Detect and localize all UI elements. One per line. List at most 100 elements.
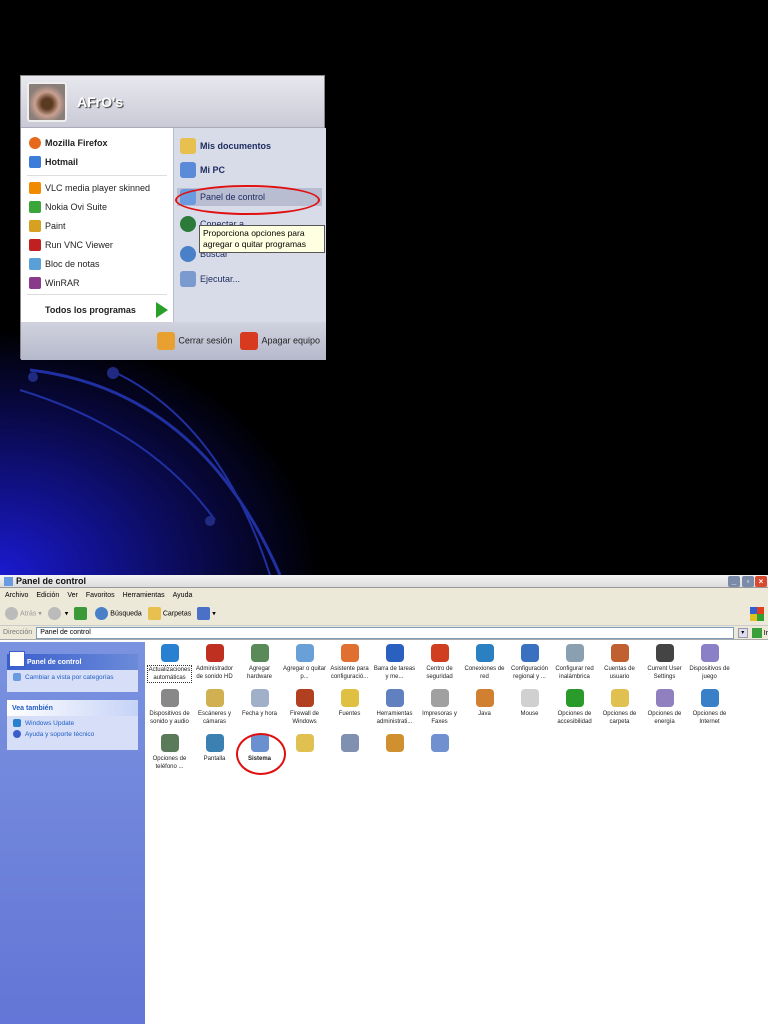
menu-item-my-pc[interactable]: Mi PC	[180, 162, 225, 178]
applet-icon	[475, 644, 494, 662]
back-button[interactable]: Atrás ▾	[5, 607, 42, 620]
control-panel-item[interactable]: Opciones de carpeta	[597, 689, 642, 726]
control-panel-item[interactable]: Current User Settings	[642, 644, 687, 681]
go-arrow-icon	[751, 627, 762, 638]
applet-icon	[160, 734, 179, 752]
control-panel-item[interactable]: Dispositivos de sonido y audio	[147, 689, 192, 726]
menu-2[interactable]: Ver	[67, 592, 78, 599]
arrow-right-icon	[155, 302, 168, 318]
control-panel-item[interactable]: Conexiones de red	[462, 644, 507, 681]
applet-label: Opciones de teléfono ...	[152, 756, 187, 770]
section-header[interactable]: Panel de control	[7, 651, 138, 670]
winrar-icon	[29, 277, 41, 289]
control-panel-icon	[4, 576, 13, 586]
applet-icon	[205, 689, 224, 707]
minimize-button[interactable]: _	[728, 576, 740, 587]
control-panel-item[interactable]: Configurar red inalámbrica	[552, 644, 597, 681]
menu-item-winrar[interactable]: WinRAR	[29, 277, 80, 289]
menu-item-nokia[interactable]: Nokia Ovi Suite	[29, 201, 107, 213]
label: Ir	[763, 629, 768, 637]
all-programs-button[interactable]: Todos los programas	[45, 302, 168, 318]
control-panel-item[interactable]	[372, 734, 417, 755]
address-input[interactable]: Panel de control	[36, 626, 734, 639]
section-header[interactable]: Vea también	[7, 700, 138, 716]
control-panel-item[interactable]: Asistente para configuració...	[327, 644, 372, 681]
views-button[interactable]: ▾	[197, 607, 216, 620]
section-title: Panel de control	[27, 658, 82, 666]
menu-item-vlc[interactable]: VLC media player skinned	[29, 182, 150, 194]
applet-icon	[700, 644, 719, 662]
label: VLC media player skinned	[45, 183, 151, 193]
up-button[interactable]	[74, 607, 89, 620]
control-panel-item[interactable]: Impresoras y Faxes	[417, 689, 462, 726]
menu-item-notepad[interactable]: Bloc de notas	[29, 258, 100, 270]
applet-label: Asistente para configuració...	[330, 666, 369, 680]
control-panel-item[interactable]: Barra de tareas y me...	[372, 644, 417, 681]
tooltip-line: agregar o quitar programas	[203, 239, 307, 249]
logoff-button[interactable]: Cerrar sesión	[157, 332, 232, 350]
control-panel-item[interactable]: Cuentas de usuario	[597, 644, 642, 681]
address-dropdown[interactable]: ▾	[737, 627, 748, 638]
applet-icon	[205, 644, 224, 662]
control-panel-item[interactable]: Fecha y hora	[237, 689, 282, 718]
switch-category-view-link[interactable]: Cambiar a vista por categorías	[7, 670, 138, 684]
control-panel-item[interactable]: Configuración regional y ...	[507, 644, 552, 681]
label: Búsqueda	[110, 610, 142, 618]
menu-item-vnc[interactable]: Run VNC Viewer	[29, 239, 113, 251]
folders-button[interactable]: Carpetas	[147, 607, 191, 620]
firefox-icon	[29, 137, 41, 149]
menu-0[interactable]: Archivo	[5, 592, 28, 599]
control-panel-item[interactable]	[282, 734, 327, 755]
control-panel-item[interactable]	[417, 734, 462, 755]
menu-item-run[interactable]: Ejecutar...	[180, 271, 240, 287]
maximize-button[interactable]: ▫	[742, 576, 754, 587]
control-panel-item[interactable]: Pantalla	[192, 734, 237, 763]
help-support-link[interactable]: Ayuda y soporte técnico	[7, 727, 138, 741]
hotmail-icon	[29, 156, 41, 168]
control-panel-item[interactable]: Opciones de energía	[642, 689, 687, 726]
control-panel-item[interactable]: Herramientas administrati...	[372, 689, 417, 726]
forward-button[interactable]: ▾	[47, 607, 68, 620]
applet-icon	[520, 689, 539, 707]
applet-icon	[295, 644, 314, 662]
menu-item-paint[interactable]: Paint	[29, 220, 66, 232]
go-button[interactable]: Ir	[751, 627, 768, 638]
menu-5[interactable]: Ayuda	[173, 592, 193, 599]
control-panel-item[interactable]: Actualizaciones automáticas	[147, 644, 192, 683]
search-button[interactable]: Búsqueda	[95, 607, 142, 620]
control-panel-item[interactable]: Opciones de Internet	[687, 689, 732, 726]
control-panel-item[interactable]: Agregar o quitar p...	[282, 644, 327, 681]
label: Cerrar sesión	[178, 335, 233, 346]
shutdown-button[interactable]: Apagar equipo	[240, 332, 320, 350]
control-panel-item[interactable]: Escáneres y cámaras	[192, 689, 237, 726]
control-panel-item[interactable]: Administrador de sonido HD	[192, 644, 237, 681]
close-button[interactable]: ×	[755, 576, 767, 587]
control-panel-item[interactable]: Agregar hardware	[237, 644, 282, 681]
windows-update-link[interactable]: Windows Update	[7, 716, 138, 727]
applet-icon	[250, 689, 269, 707]
divider	[27, 175, 167, 176]
control-panel-item[interactable]: Opciones de accesibilidad	[552, 689, 597, 726]
label: Mis documentos	[200, 141, 272, 151]
menu-item-firefox[interactable]: Mozilla Firefox	[29, 137, 108, 149]
divider	[27, 294, 167, 295]
control-panel-item[interactable]: Mouse	[507, 689, 552, 718]
control-panel-item[interactable]: Dispositivos de juego	[687, 644, 732, 681]
menu-item-my-documents[interactable]: Mis documentos	[180, 138, 271, 154]
control-panel-item[interactable]: Firewall de Windows	[282, 689, 327, 726]
menu-item-hotmail[interactable]: Hotmail	[29, 156, 78, 168]
menu-3[interactable]: Favoritos	[86, 592, 115, 599]
label: Bloc de notas	[45, 259, 100, 269]
control-panel-item[interactable]: Opciones de teléfono ...	[147, 734, 192, 771]
applet-label: Pantalla	[203, 756, 226, 762]
avatar[interactable]	[27, 81, 67, 122]
paint-icon	[29, 220, 41, 232]
menu-4[interactable]: Herramientas	[123, 592, 165, 599]
control-panel-item[interactable]: Java	[462, 689, 507, 718]
control-panel-item[interactable]: Fuentes	[327, 689, 372, 718]
control-panel-item[interactable]: Centro de seguridad	[417, 644, 462, 681]
control-panel-item[interactable]	[327, 734, 372, 755]
menu-1[interactable]: Edición	[36, 592, 59, 599]
applet-label: Opciones de carpeta	[602, 711, 637, 725]
section-title: Vea también	[12, 704, 53, 712]
